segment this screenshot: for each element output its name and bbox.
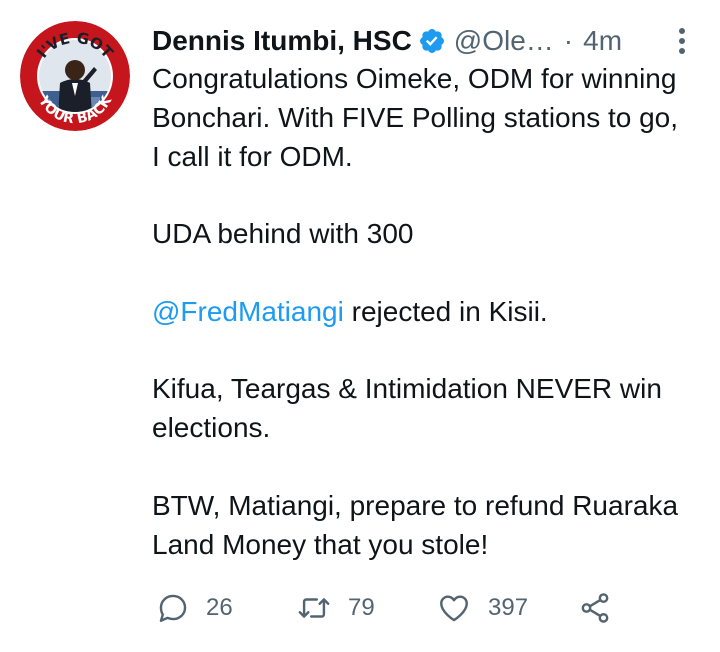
like-count: 397 (488, 594, 529, 621)
mention-suffix: rejected in Kisii. (343, 295, 548, 327)
tweet-text: Congratulations Oimeke, ODM for winning … (152, 60, 692, 564)
reply-button[interactable]: 26 (156, 588, 233, 628)
share-button[interactable] (578, 588, 612, 628)
share-icon (581, 593, 609, 623)
retweet-button[interactable]: 79 (296, 588, 375, 628)
tweet-paragraph-mention: @FredMatiangi rejected in Kisii. (152, 293, 692, 332)
retweet-icon (298, 598, 330, 618)
verified-badge-icon (419, 29, 444, 53)
more-vertical-icon[interactable] (672, 25, 692, 57)
tweet-actions: 26 79 397 (0, 588, 720, 628)
like-button[interactable]: 397 (436, 588, 528, 628)
reply-icon (159, 594, 187, 622)
tweet-timestamp[interactable]: 4m (583, 22, 622, 60)
separator-dot: · (563, 25, 574, 56)
retweet-count: 79 (348, 594, 375, 621)
tweet-header: Dennis Itumbi, HSC @Ole… · 4m (152, 22, 720, 60)
tweet-paragraph: BTW, Matiangi, prepare to refund Ruaraka… (152, 489, 679, 560)
tweet-paragraph: Congratulations Oimeke, ODM for winning … (152, 63, 679, 172)
heart-icon (440, 595, 468, 622)
mention-link[interactable]: @FredMatiangi (152, 296, 344, 327)
author-handle[interactable]: @Ole… (454, 22, 554, 60)
avatar[interactable]: I'VE GOT YOUR BACK (20, 21, 130, 131)
tweet-paragraph: UDA behind with 300 (152, 218, 414, 250)
avatar-image: I'VE GOT YOUR BACK (20, 21, 130, 131)
tweet-paragraph: Kifua, Teargas & Intimidation NEVER win … (152, 373, 662, 444)
author-name[interactable]: Dennis Itumbi, HSC (152, 22, 412, 60)
reply-count: 26 (206, 594, 233, 621)
